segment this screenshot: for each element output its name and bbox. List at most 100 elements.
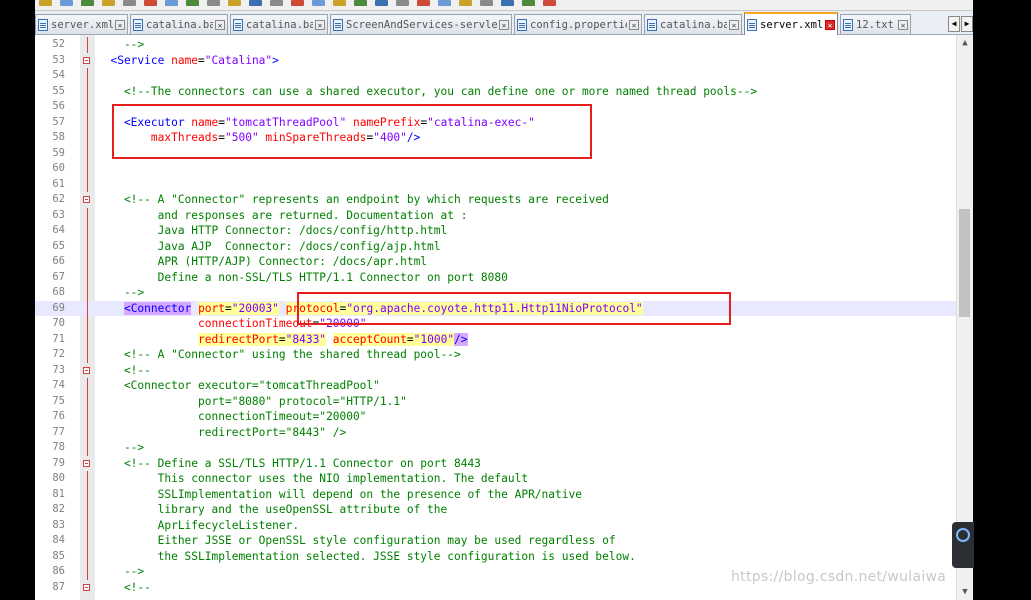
tab-bar: ◀ ▶ server.xml✕catalina.bat✕catalina.bat…: [35, 11, 973, 35]
fold-toggle-icon[interactable]: [83, 56, 90, 64]
toolbar-button[interactable]: [480, 0, 493, 6]
toolbar-button[interactable]: [207, 0, 220, 6]
fold-guide: [87, 331, 88, 347]
line-number: 55: [52, 84, 65, 97]
tab-server-xml[interactable]: server.xml ✕: [744, 12, 838, 35]
fold-guide: [87, 378, 88, 394]
tab-scroll-left-button[interactable]: ◀: [948, 16, 960, 32]
toolbar-button[interactable]: [543, 0, 556, 6]
close-icon[interactable]: ✕: [825, 19, 835, 30]
toolbar-button[interactable]: [396, 0, 409, 6]
tab-config-properties[interactable]: config.properties ✕: [514, 14, 642, 34]
vertical-scrollbar[interactable]: ▲ ▼: [956, 35, 973, 600]
code-line: 68 -->: [35, 285, 957, 301]
tab-server-xml[interactable]: server.xml ✕: [35, 14, 128, 34]
toolbar-button[interactable]: [459, 0, 472, 6]
fold-guide: [87, 68, 88, 84]
line-number: 70: [52, 317, 65, 329]
toolbar-button[interactable]: [501, 0, 514, 6]
code-line: 84 Either JSSE or OpenSSL style configur…: [35, 533, 957, 549]
code-token: "tomcatThreadPool": [225, 115, 347, 129]
tab-catalina-bat[interactable]: catalina.bat✕: [130, 14, 228, 34]
code-line: 56: [35, 99, 957, 115]
close-icon[interactable]: ✕: [315, 19, 325, 30]
code-token: =: [406, 332, 414, 346]
close-icon[interactable]: ✕: [629, 19, 639, 30]
notepad-plus-plus-window: ◀ ▶ server.xml✕catalina.bat✕catalina.bat…: [35, 0, 973, 600]
close-icon[interactable]: ✕: [215, 19, 225, 30]
fold-guide: [87, 440, 88, 456]
tab-catalina-bat[interactable]: catalina.bat✕: [230, 14, 328, 34]
fold-guide: [87, 238, 88, 254]
document-icon: [333, 18, 343, 31]
toolbar-button[interactable]: [375, 0, 388, 6]
toolbar-button[interactable]: [186, 0, 199, 6]
code-line: 85 the SSLImplementation selected. JSSE …: [35, 548, 957, 564]
line-number: 52: [52, 38, 65, 50]
document-icon: [517, 18, 527, 31]
tab-scroll-right-button[interactable]: ▶: [961, 16, 973, 32]
line-number: 82: [52, 503, 65, 515]
code-text: and responses are returned. Documentatio…: [97, 208, 468, 224]
toolbar-button[interactable]: [249, 0, 262, 6]
toolbar-button[interactable]: [333, 0, 346, 6]
line-number: 87: [52, 580, 65, 593]
toolbar-button[interactable]: [165, 0, 178, 6]
fold-toggle-icon[interactable]: [83, 366, 90, 374]
line-number: 56: [52, 100, 65, 112]
toolbar-button[interactable]: [60, 0, 73, 6]
close-icon[interactable]: ✕: [898, 19, 908, 30]
teamviewer-side-widget[interactable]: [952, 522, 974, 568]
fold-toggle-icon[interactable]: [83, 583, 90, 591]
scrollbar-thumb[interactable]: [959, 209, 970, 317]
code-token: port: [198, 301, 226, 315]
close-icon[interactable]: ✕: [115, 19, 125, 30]
code-token: <Service: [97, 53, 172, 67]
toolbar-button[interactable]: [270, 0, 283, 6]
toolbar-button[interactable]: [522, 0, 535, 6]
fold-guide: [87, 130, 88, 146]
close-icon[interactable]: ✕: [729, 19, 739, 30]
line-number: 59: [52, 146, 65, 159]
fold-toggle-icon[interactable]: [83, 459, 90, 467]
fold-toggle-icon[interactable]: [83, 196, 90, 203]
line-number: 72: [52, 348, 65, 360]
toolbar-button[interactable]: [354, 0, 367, 6]
code-text: <!--: [97, 580, 151, 596]
line-number: 69: [52, 301, 65, 314]
code-token: <!--: [97, 580, 151, 594]
line-number: 75: [52, 394, 65, 407]
code-line: 53 <Service name="Catalina">: [35, 53, 957, 69]
toolbar-button[interactable]: [438, 0, 451, 6]
line-number: 63: [52, 208, 65, 221]
toolbar-button[interactable]: [144, 0, 157, 6]
toolbar-button[interactable]: [312, 0, 325, 6]
tab-12-txt[interactable]: 12.txt ✕: [840, 14, 911, 34]
code-lines: 52 --> 53 <Service name="Catalina"> 54 55 <…: [35, 37, 957, 595]
line-number: 78: [52, 441, 65, 453]
code-line: 57 <Executor name="tomcatThreadPool" nam…: [35, 114, 957, 130]
scroll-up-arrow-icon[interactable]: ▲: [957, 35, 973, 51]
close-icon[interactable]: ✕: [499, 19, 509, 30]
toolbar-button[interactable]: [102, 0, 115, 6]
toolbar-button[interactable]: [123, 0, 136, 6]
code-line: 52 -->: [35, 37, 957, 53]
tab-screenandservices-servlet-xml[interactable]: ScreenAndServices-servlet.xml✕: [330, 14, 512, 34]
toolbar-button[interactable]: [291, 0, 304, 6]
tab-label: catalina.bat: [146, 18, 213, 31]
fold-guide: [87, 548, 88, 564]
toolbar-button[interactable]: [39, 0, 52, 6]
document-icon: [233, 18, 243, 31]
line-number: 73: [52, 363, 65, 376]
code-token: />: [406, 131, 421, 144]
toolbar-button[interactable]: [228, 0, 241, 6]
code-editor[interactable]: 52 --> 53 <Service name="Catalina"> 54 55 <…: [35, 35, 957, 600]
toolbar-button[interactable]: [417, 0, 430, 6]
line-number: 61: [52, 177, 65, 190]
tab-label: ScreenAndServices-servlet.xml: [346, 18, 497, 31]
code-line: 82 library and the useOpenSSL attribute …: [35, 502, 957, 518]
code-token: <!-- Define a SSL/TLS HTTP/1.1 Connector…: [97, 456, 481, 470]
tab-catalina-bat[interactable]: catalina.bat✕: [644, 14, 742, 34]
toolbar-button[interactable]: [81, 0, 94, 6]
scroll-down-arrow-icon[interactable]: ▼: [957, 584, 973, 600]
